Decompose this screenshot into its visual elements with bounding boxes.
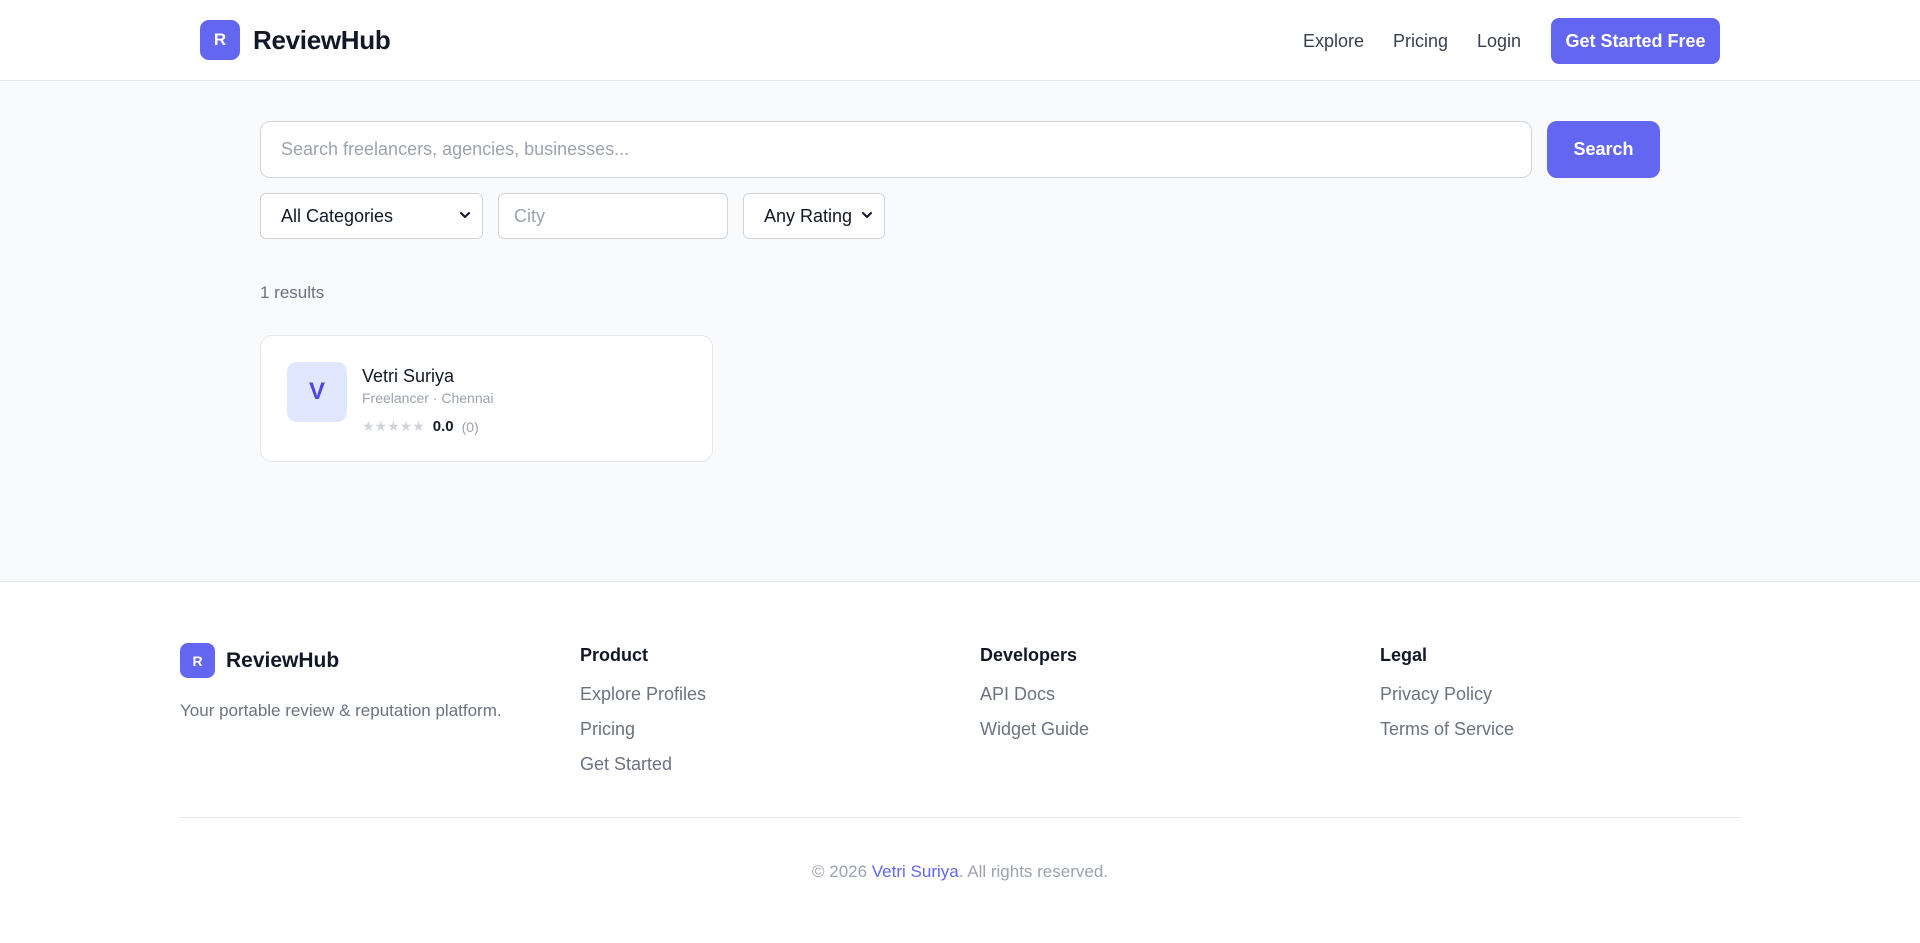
nav-explore-link[interactable]: Explore: [1303, 31, 1364, 52]
footer-link-get-started[interactable]: Get Started: [580, 754, 706, 775]
review-count: (0): [461, 418, 479, 435]
search-input[interactable]: [260, 121, 1532, 178]
footer-column-developers: Developers API Docs Widget Guide: [980, 645, 1089, 754]
footer-brand[interactable]: R ReviewHub: [180, 643, 339, 678]
footer-link-explore-profiles[interactable]: Explore Profiles: [580, 684, 706, 705]
footer-column-product: Product Explore Profiles Pricing Get Sta…: [580, 645, 706, 789]
footer-brand-name: ReviewHub: [226, 648, 340, 672]
logo-icon: R: [200, 20, 240, 60]
chevron-down-icon: [460, 212, 470, 218]
footer-divider: [180, 817, 1740, 818]
category-select-value: All Categories: [281, 205, 394, 226]
star-rating-icon: ★★★★★: [362, 418, 425, 434]
top-navbar: R ReviewHub Explore Pricing Login Get St…: [0, 0, 1920, 81]
profile-name: Vetri Suriya: [362, 366, 455, 386]
footer-column-title: Legal: [1380, 645, 1428, 665]
footer-column-title: Product: [580, 645, 649, 665]
nav-login-link[interactable]: Login: [1477, 31, 1521, 52]
category-select[interactable]: All Categories: [260, 193, 483, 239]
copyright-owner-link[interactable]: Vetri Suriya: [872, 862, 959, 881]
nav-pricing-link[interactable]: Pricing: [1393, 31, 1448, 52]
footer-tagline: Your portable review & reputation platfo…: [180, 701, 502, 720]
avatar: V: [287, 362, 347, 422]
search-button[interactable]: Search: [1547, 121, 1660, 178]
search-section: Search All Categories Any Rating 1 resul…: [0, 82, 1920, 582]
footer-link-pricing[interactable]: Pricing: [580, 719, 706, 740]
city-input[interactable]: [498, 193, 728, 239]
brand[interactable]: R ReviewHub: [200, 20, 391, 60]
rating-select-value: Any Rating: [764, 205, 853, 226]
copyright-prefix: © 2026: [811, 862, 872, 881]
results-count: 1 results: [260, 283, 325, 302]
footer-column-title: Developers: [980, 645, 1078, 665]
footer-link-privacy-policy[interactable]: Privacy Policy: [1380, 684, 1514, 705]
profile-rating: ★★★★★ 0.0 (0): [362, 418, 479, 435]
footer: R ReviewHub Your portable review & reput…: [0, 583, 1920, 943]
footer-logo-icon: R: [180, 643, 215, 678]
get-started-button[interactable]: Get Started Free: [1551, 18, 1720, 64]
footer-link-terms-of-service[interactable]: Terms of Service: [1380, 719, 1514, 740]
copyright-suffix: . All rights reserved.: [958, 862, 1108, 881]
profile-card[interactable]: V Vetri Suriya Freelancer · Chennai ★★★★…: [260, 335, 713, 462]
brand-name: ReviewHub: [253, 24, 391, 55]
chevron-down-icon: [862, 212, 872, 218]
footer-link-api-docs[interactable]: API Docs: [980, 684, 1089, 705]
footer-column-legal: Legal Privacy Policy Terms of Service: [1380, 645, 1514, 754]
rating-select[interactable]: Any Rating: [743, 193, 885, 239]
profile-meta: Freelancer · Chennai: [362, 390, 494, 406]
copyright: © 2026 Vetri Suriya. All rights reserved…: [0, 862, 1920, 882]
rating-score: 0.0: [432, 418, 454, 435]
footer-link-widget-guide[interactable]: Widget Guide: [980, 719, 1089, 740]
